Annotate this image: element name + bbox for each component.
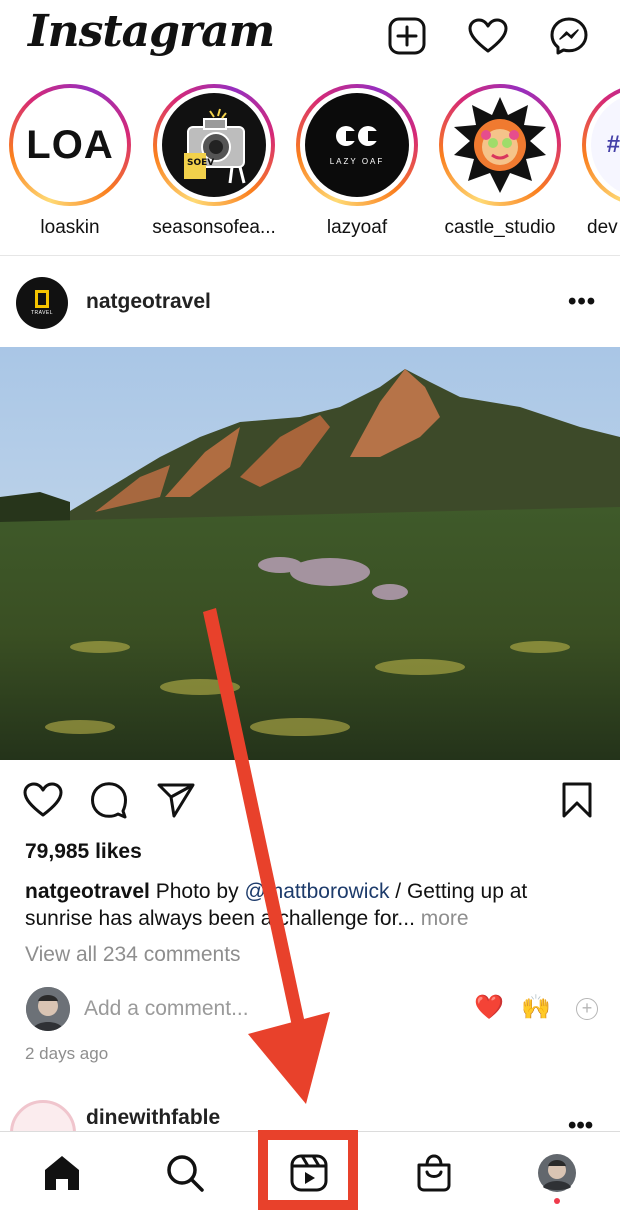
profile-avatar[interactable] (533, 1150, 581, 1196)
story-avatar-lazyoaf: LAZY OAF (305, 93, 409, 197)
view-all-comments-link[interactable]: View all 234 comments (25, 943, 241, 967)
likes-count[interactable]: 79,985 likes (25, 840, 142, 864)
loa-logo-text: LOA (26, 122, 114, 167)
top-header: Instagram (0, 0, 620, 80)
mountain-meadow-image (0, 347, 620, 760)
story-username: castle_studio (444, 217, 556, 238)
post-timestamp: 2 days ago (25, 1044, 109, 1063)
caption-username[interactable]: natgeotravel (25, 880, 150, 903)
post-header: TRAVEL natgeotravel ••• (0, 258, 620, 346)
story-username: seasonsofea... (152, 217, 276, 238)
home-icon[interactable] (38, 1150, 86, 1196)
share-send-icon[interactable] (156, 780, 196, 820)
next-post-username[interactable]: dinewithfable (86, 1106, 220, 1130)
search-icon[interactable] (161, 1150, 209, 1196)
stories-tray: LOA loaskin SOEV seasonsofea... LAZY OAF… (0, 84, 620, 256)
story-username: dev (587, 217, 618, 238)
story-avatar-dev: # (591, 93, 620, 197)
natgeotravel-avatar[interactable]: TRAVEL (16, 277, 68, 329)
caption-more-link[interactable]: more (421, 907, 469, 930)
reels-icon[interactable] (285, 1150, 333, 1196)
post-photo[interactable] (0, 347, 620, 760)
more-options-icon[interactable]: ••• (568, 288, 596, 316)
messenger-icon[interactable] (547, 14, 591, 58)
post-username[interactable]: natgeotravel (86, 290, 211, 314)
lazyoaf-wordmark: LAZY OAF (329, 156, 385, 166)
bottom-tab-bar (0, 1130, 620, 1211)
story-avatar-castle-studio (448, 93, 552, 197)
caption-text-pre: Photo by (149, 880, 245, 903)
story-username: lazyoaf (326, 217, 388, 238)
quick-reaction-raised-hands[interactable]: 🙌 (521, 993, 551, 1022)
natgeo-logo-icon (35, 290, 49, 308)
story-avatar-loaskin: LOA (18, 93, 122, 197)
current-user-avatar (26, 987, 70, 1031)
add-comment-row: Add a comment... ❤️ 🙌 + (0, 985, 620, 1035)
instagram-logo[interactable]: Instagram (28, 6, 275, 57)
quick-reaction-heart[interactable]: ❤️ (474, 993, 504, 1022)
bookmark-icon[interactable] (557, 780, 597, 820)
natgeo-avatar-text: TRAVEL (30, 310, 54, 316)
activity-heart-icon[interactable] (466, 14, 510, 58)
post-caption: natgeotravel Photo by @mattborowick / Ge… (25, 878, 600, 932)
add-comment-input[interactable]: Add a comment... (84, 997, 249, 1021)
shop-icon[interactable] (410, 1150, 458, 1196)
comment-icon[interactable] (89, 780, 129, 820)
soev-text: SOEV (187, 158, 214, 168)
more-reactions-plus-icon[interactable]: + (576, 998, 598, 1020)
profile-notification-dot (554, 1198, 560, 1204)
story-avatar-seasonsofea: SOEV (162, 93, 266, 197)
lazyoaf-eyes-icon (336, 125, 378, 146)
new-post-icon[interactable] (385, 14, 429, 58)
like-heart-icon[interactable] (23, 780, 63, 820)
lion-sun-icon (454, 97, 546, 193)
story-username: loaskin (40, 217, 100, 238)
camera-illustration-icon: SOEV (184, 108, 246, 184)
caption-mention-link[interactable]: @mattborowick (244, 880, 389, 903)
